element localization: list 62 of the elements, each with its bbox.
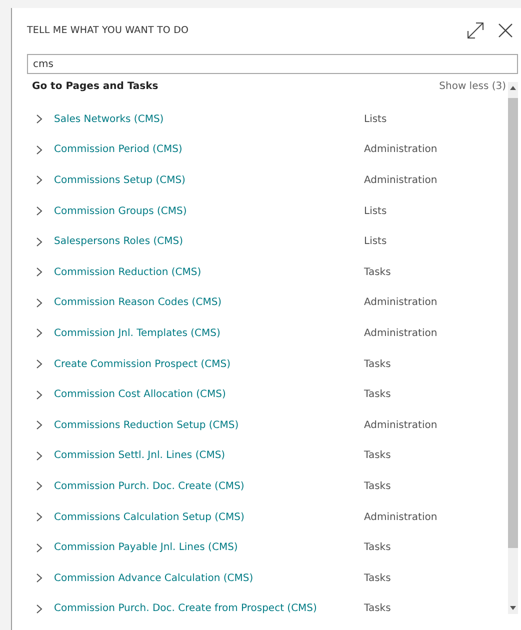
close-button[interactable] (498, 22, 513, 38)
category-label: Tasks (364, 542, 391, 554)
result-link[interactable]: Commissions Calculation Setup (CMS) (27, 512, 364, 523)
category-label: Lists (364, 206, 387, 217)
result-link[interactable]: Create Commission Prospect (CMS) (27, 358, 364, 370)
category-label: Tasks (364, 572, 391, 584)
scroll-down-icon (510, 606, 516, 610)
chevron-right-icon (36, 144, 43, 155)
chevron-right-icon (36, 450, 43, 461)
chevron-right-icon (36, 359, 43, 370)
result-link[interactable]: Commission Cost Allocation (CMS) (27, 389, 364, 400)
category-label: Lists (364, 236, 387, 248)
result-link[interactable]: Commission Period (CMS) (27, 144, 364, 156)
result-link[interactable]: Commission Settl. Jnl. Lines (CMS) (27, 450, 364, 462)
chevron-right-icon (36, 542, 43, 553)
result-link[interactable]: Commission Advance Calculation (CMS) (27, 572, 364, 584)
search-field[interactable]: cms (27, 54, 518, 74)
result-link[interactable]: Commissions Reduction Setup (CMS) (27, 420, 364, 431)
category-label: Tasks (364, 480, 391, 492)
category-label: Administration (364, 144, 438, 156)
result-link[interactable]: Sales Networks (CMS) (27, 114, 364, 125)
category-label: Tasks (364, 266, 391, 278)
category-label: Administration (364, 174, 438, 186)
category-label: Administration (364, 512, 438, 523)
result-link[interactable]: Commission Groups (CMS) (27, 206, 364, 217)
chevron-right-icon (36, 114, 43, 124)
dialog-title: TELL ME WHAT YOU WANT TO DO (27, 24, 190, 36)
expand-button[interactable] (467, 22, 484, 38)
chevron-right-icon (36, 175, 43, 186)
category-label: Tasks (364, 358, 391, 370)
chevron-right-icon (36, 267, 43, 278)
scroll-up-icon (510, 86, 516, 90)
result-link[interactable]: Commission Reduction (CMS) (27, 266, 364, 278)
chevron-right-icon (36, 420, 43, 430)
result-link[interactable]: Commission Reason Codes (CMS) (27, 297, 364, 308)
result-link[interactable]: Commission Jnl. Templates (CMS) (27, 328, 364, 339)
category-label: Tasks (364, 389, 391, 400)
result-link[interactable]: Commission Payable Jnl. Lines (CMS) (27, 542, 364, 554)
category-label: Lists (364, 114, 387, 125)
result-link[interactable]: Commissions Setup (CMS) (27, 174, 364, 186)
expand-icon (467, 22, 484, 38)
section-title: Go to Pages and Tasks (32, 80, 158, 92)
chevron-right-icon (36, 573, 43, 584)
category-label: Administration (364, 420, 438, 431)
chevron-right-icon (36, 390, 43, 400)
category-label: Administration (364, 297, 438, 308)
chevron-right-icon (36, 236, 43, 247)
chevron-right-icon (36, 512, 43, 522)
chevron-right-icon (36, 604, 43, 614)
show-less-link[interactable]: Show less (3) (439, 80, 506, 92)
chevron-right-icon (36, 298, 43, 308)
close-icon (498, 22, 513, 38)
scrollbar[interactable] (508, 82, 518, 614)
category-label: Tasks (364, 450, 391, 462)
chevron-right-icon (36, 481, 43, 492)
chevron-right-icon (36, 206, 43, 216)
category-label: Administration (364, 328, 438, 339)
category-label: Tasks (364, 603, 391, 614)
result-link[interactable]: Salespersons Roles (CMS) (27, 236, 364, 248)
result-link[interactable]: Commission Purch. Doc. Create (CMS) (27, 480, 364, 492)
chevron-right-icon (36, 328, 43, 338)
result-link[interactable]: Commission Purch. Doc. Create from Prospect (CMS) (27, 603, 364, 614)
